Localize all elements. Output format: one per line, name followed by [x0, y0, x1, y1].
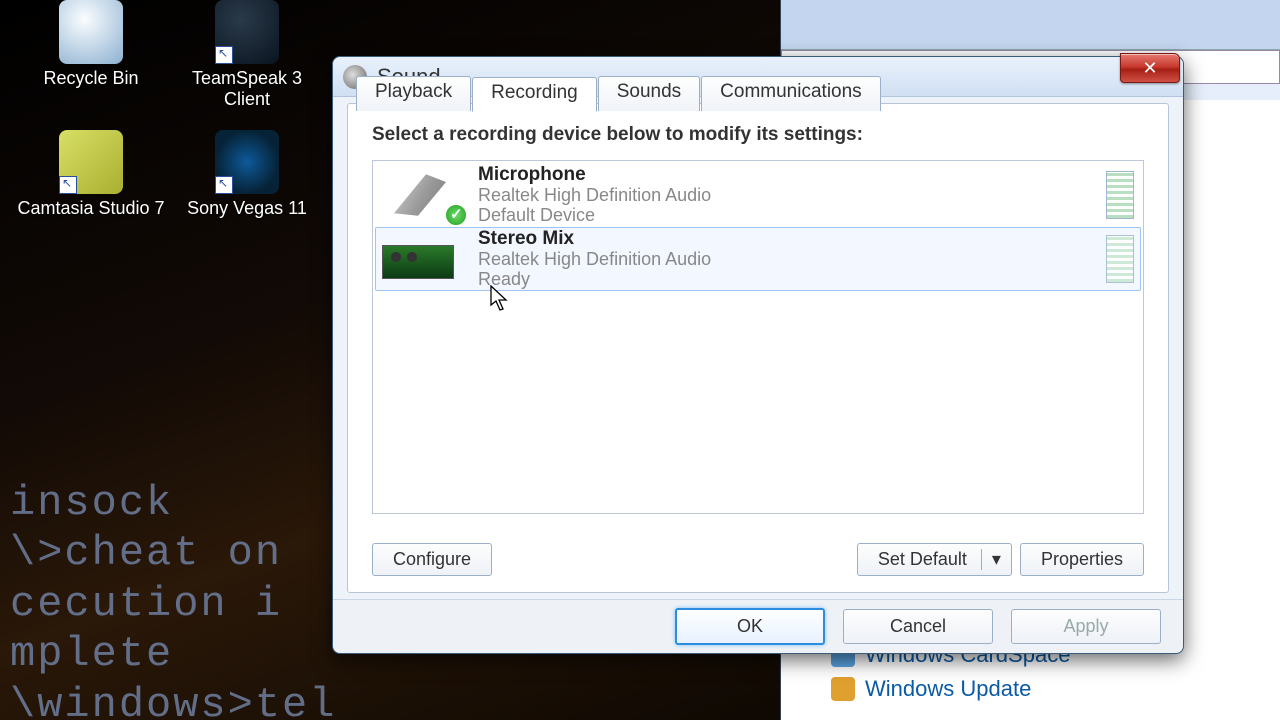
cancel-button[interactable]: Cancel: [843, 609, 993, 644]
tab-recording[interactable]: Recording: [472, 77, 597, 112]
shortcut-overlay-icon: [59, 176, 77, 194]
shortcut-overlay-icon: [215, 46, 233, 64]
dialog-footer: OK Cancel Apply: [333, 599, 1183, 653]
device-text: MicrophoneRealtek High Definition AudioD…: [478, 164, 1106, 226]
background-window-titlebar: [781, 0, 1280, 50]
level-meter: [1106, 235, 1134, 283]
tabs: PlaybackRecordingSoundsCommunications: [356, 76, 882, 111]
tab-instruction: Select a recording device below to modif…: [372, 124, 1144, 146]
app-icon: [215, 130, 279, 194]
device-name: Microphone: [478, 164, 1106, 186]
wallpaper-text: insock \>cheat on cecution i mplete \win…: [10, 478, 336, 720]
device-stereo-mix[interactable]: Stereo MixRealtek High Definition AudioR…: [375, 227, 1141, 291]
level-meter: [1106, 171, 1134, 219]
desktop-icon-label: Sony Vegas 11: [172, 198, 322, 219]
soundcard-icon: [382, 233, 462, 285]
chevron-down-icon[interactable]: ▾: [981, 549, 1011, 570]
shortcut-overlay-icon: [215, 176, 233, 194]
device-status: Default Device: [478, 206, 1106, 226]
close-icon: ✕: [1142, 58, 1157, 79]
microphone-icon: [382, 169, 462, 221]
close-button[interactable]: ✕: [1120, 53, 1180, 83]
control-panel-link[interactable]: Windows Update: [831, 676, 1070, 702]
link-icon: [831, 677, 855, 701]
device-driver: Realtek High Definition Audio: [478, 186, 1106, 206]
apply-button[interactable]: Apply: [1011, 609, 1161, 644]
device-text: Stereo MixRealtek High Definition AudioR…: [478, 228, 1106, 290]
desktop-icon-label: TeamSpeak 3 Client: [172, 68, 322, 110]
desktop-icon-label: Camtasia Studio 7: [16, 198, 166, 219]
default-check-icon: [444, 203, 468, 227]
configure-button[interactable]: Configure: [372, 543, 492, 576]
device-microphone[interactable]: MicrophoneRealtek High Definition AudioD…: [375, 163, 1141, 227]
desktop-icon-sony-vegas-11[interactable]: Sony Vegas 11: [172, 130, 322, 219]
tab-sounds[interactable]: Sounds: [598, 76, 700, 111]
dialog-body: PlaybackRecordingSoundsCommunications Se…: [347, 103, 1169, 593]
app-icon: [59, 130, 123, 194]
desktop-icon-teamspeak-3-client[interactable]: TeamSpeak 3 Client: [172, 0, 322, 110]
tab-buttons: Configure Set Default ▾ Properties: [372, 543, 1144, 576]
device-driver: Realtek High Definition Audio: [478, 250, 1106, 270]
ok-button[interactable]: OK: [675, 608, 825, 645]
app-icon: [59, 0, 123, 64]
device-list[interactable]: MicrophoneRealtek High Definition AudioD…: [372, 160, 1144, 514]
desktop-icon-camtasia-studio-7[interactable]: Camtasia Studio 7: [16, 130, 166, 219]
set-default-label: Set Default: [878, 549, 967, 570]
link-label: Windows Update: [865, 676, 1031, 702]
properties-button[interactable]: Properties: [1020, 543, 1144, 576]
device-status: Ready: [478, 270, 1106, 290]
tab-communications[interactable]: Communications: [701, 76, 881, 111]
sound-dialog: Sound ✕ PlaybackRecordingSoundsCommunica…: [332, 56, 1184, 654]
device-name: Stereo Mix: [478, 228, 1106, 250]
set-default-button[interactable]: Set Default ▾: [857, 543, 1012, 576]
desktop-icon-label: Recycle Bin: [16, 68, 166, 89]
tab-playback[interactable]: Playback: [356, 76, 471, 111]
app-icon: [215, 0, 279, 64]
desktop-icon-recycle-bin[interactable]: Recycle Bin: [16, 0, 166, 89]
